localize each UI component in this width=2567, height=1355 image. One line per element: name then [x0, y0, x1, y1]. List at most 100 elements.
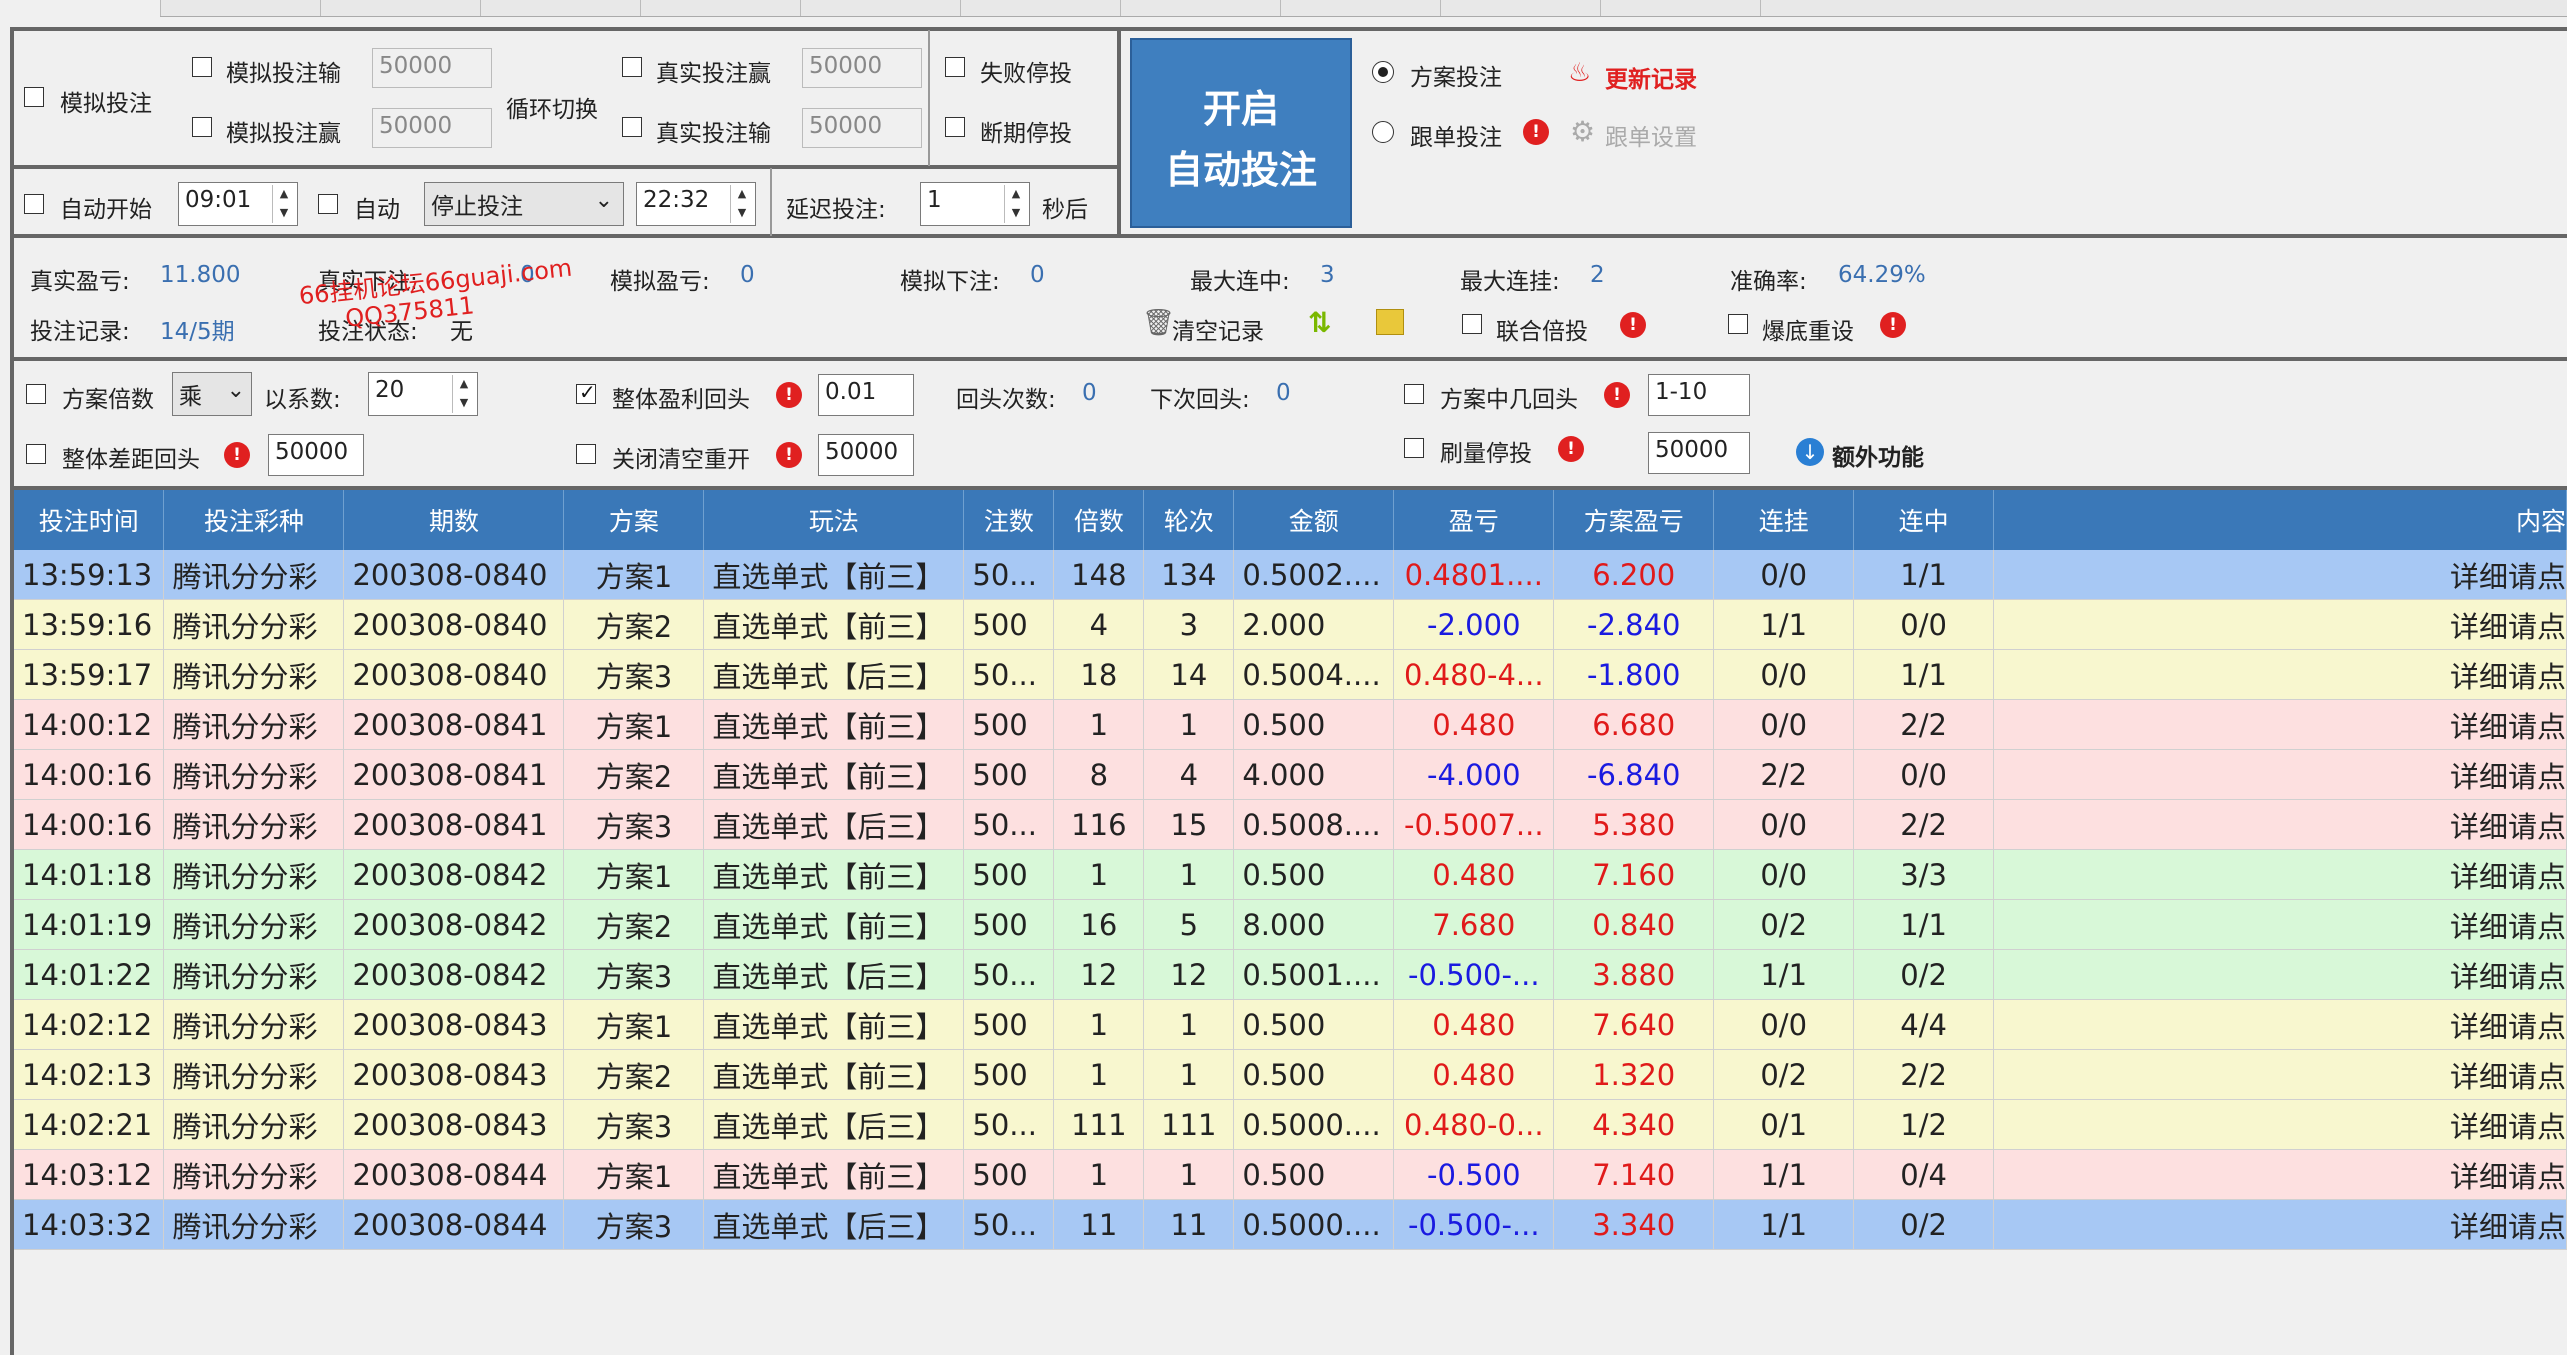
- table-row[interactable]: 14:03:12 腾讯分分彩 200308-0844 方案1 直选单式【前三】 500 1 1…: [14, 1149, 2567, 1200]
- table-cell[interactable]: 详细请点: [1993, 949, 2567, 1000]
- table-row[interactable]: 13:59:17 腾讯分分彩 200308-0840 方案3 直选单式【后三】 50...…: [14, 649, 2567, 700]
- start-auto-bet-button[interactable]: 开启 自动投注: [1130, 38, 1352, 228]
- col-header-amount[interactable]: 金额: [1233, 490, 1395, 550]
- arrow-down-circle-icon[interactable]: ↓: [1796, 438, 1824, 466]
- save-icon[interactable]: [1376, 309, 1404, 335]
- total-gap-back-checkbox[interactable]: [26, 444, 46, 464]
- sim-win-input[interactable]: 50000: [372, 108, 492, 148]
- auto-start-checkbox[interactable]: [24, 194, 44, 214]
- col-header-period[interactable]: 期数: [343, 490, 565, 550]
- close-reset-checkbox[interactable]: [576, 444, 596, 464]
- close-reset-warning-icon[interactable]: !: [776, 442, 802, 468]
- fail-stop-checkbox[interactable]: [945, 57, 965, 77]
- table-row[interactable]: 13:59:16 腾讯分分彩 200308-0840 方案2 直选单式【前三】 500 4 3…: [14, 599, 2567, 650]
- plan-mult-label: 方案倍数: [62, 387, 154, 413]
- col-header-content[interactable]: 内容: [1993, 490, 2567, 550]
- table-row[interactable]: 14:03:32 腾讯分分彩 200308-0844 方案3 直选单式【后三】 50...…: [14, 1199, 2567, 1250]
- auto-start-time[interactable]: 09:01 ▲ ▼: [178, 182, 298, 226]
- tab-strip-active[interactable]: [0, 0, 160, 17]
- table-row[interactable]: 14:02:13 腾讯分分彩 200308-0843 方案2 直选单式【前三】 500 1 1…: [14, 1049, 2567, 1100]
- real-loss-checkbox[interactable]: [622, 117, 642, 137]
- volume-stop-checkbox[interactable]: [1404, 438, 1424, 458]
- table-cell[interactable]: 详细请点: [1993, 749, 2567, 800]
- table-row[interactable]: 14:01:22 腾讯分分彩 200308-0842 方案3 直选单式【后三】 50...…: [14, 949, 2567, 1000]
- table-cell: 0.480: [1393, 999, 1555, 1050]
- table-row[interactable]: 14:00:16 腾讯分分彩 200308-0841 方案3 直选单式【后三】 50...…: [14, 799, 2567, 850]
- spinner-arrows[interactable]: ▲ ▼: [272, 185, 295, 223]
- sim-win-checkbox[interactable]: [192, 117, 212, 137]
- table-cell[interactable]: 详细请点: [1993, 550, 2567, 600]
- volume-stop-input[interactable]: 50000: [1648, 432, 1750, 474]
- sim-loss-input[interactable]: 50000: [372, 48, 492, 88]
- table-row[interactable]: 14:00:12 腾讯分分彩 200308-0841 方案1 直选单式【前三】 500 1 1…: [14, 699, 2567, 750]
- table-cell[interactable]: 详细请点: [1993, 999, 2567, 1050]
- spinner-arrows[interactable]: ▲ ▼: [1004, 185, 1027, 223]
- table-cell[interactable]: 详细请点: [1993, 849, 2567, 900]
- sort-arrows-icon[interactable]: ⇅: [1308, 306, 1331, 339]
- table-row[interactable]: 14:01:18 腾讯分分彩 200308-0842 方案1 直选单式【前三】 500 1 1…: [14, 849, 2567, 900]
- coef-input[interactable]: 20 ▲ ▼: [368, 372, 478, 416]
- col-header-win-streak[interactable]: 连中: [1853, 490, 1995, 550]
- trash-icon[interactable]: 🗑: [1142, 308, 1175, 338]
- stop-time[interactable]: 22:32 ▲ ▼: [636, 182, 756, 226]
- spinner-arrows[interactable]: ▲ ▼: [730, 185, 753, 223]
- sim-loss-checkbox[interactable]: [192, 57, 212, 77]
- close-reset-input[interactable]: 50000: [818, 434, 914, 476]
- total-gap-warning-icon[interactable]: !: [224, 442, 250, 468]
- break-stop-checkbox[interactable]: [945, 117, 965, 137]
- table-cell[interactable]: 详细请点: [1993, 599, 2567, 650]
- sim-bet-checkbox[interactable]: [24, 87, 44, 107]
- bust-reset-checkbox[interactable]: [1728, 314, 1748, 334]
- total-profit-input[interactable]: 0.01: [818, 374, 914, 416]
- col-header-plan-pl[interactable]: 方案盈亏: [1553, 490, 1715, 550]
- volume-stop-warning-icon[interactable]: !: [1558, 436, 1584, 462]
- table-row[interactable]: 14:02:21 腾讯分分彩 200308-0843 方案3 直选单式【后三】 50...…: [14, 1099, 2567, 1150]
- table-row[interactable]: 14:00:16 腾讯分分彩 200308-0841 方案2 直选单式【前三】 500 8 4…: [14, 749, 2567, 800]
- col-header-count[interactable]: 注数: [963, 490, 1055, 550]
- plan-hit-input[interactable]: 1-10: [1648, 374, 1750, 416]
- col-header-lottery[interactable]: 投注彩种: [163, 490, 345, 550]
- col-header-play[interactable]: 玩法: [703, 490, 965, 550]
- follow-bet-warning-icon[interactable]: !: [1523, 119, 1549, 145]
- table-cell[interactable]: 详细请点: [1993, 899, 2567, 950]
- bust-reset-warning-icon[interactable]: !: [1880, 312, 1906, 338]
- table-cell[interactable]: 详细请点: [1993, 1049, 2567, 1100]
- real-win-checkbox[interactable]: [622, 57, 642, 77]
- col-header-round[interactable]: 轮次: [1143, 490, 1235, 550]
- mult-op-select[interactable]: 乘 ⌄: [172, 372, 252, 416]
- joint-double-warning-icon[interactable]: !: [1620, 312, 1646, 338]
- delay-input[interactable]: 1 ▲ ▼: [920, 182, 1030, 226]
- table-cell[interactable]: 详细请点: [1993, 1099, 2567, 1150]
- joint-double-checkbox[interactable]: [1462, 314, 1482, 334]
- plan-bet-radio[interactable]: [1372, 61, 1394, 83]
- total-profit-warning-icon[interactable]: !: [776, 382, 802, 408]
- table-cell[interactable]: 详细请点: [1993, 1149, 2567, 1200]
- col-header-time[interactable]: 投注时间: [14, 490, 165, 550]
- table-row[interactable]: 14:01:19 腾讯分分彩 200308-0842 方案2 直选单式【前三】 500 16…: [14, 899, 2567, 950]
- real-win-input[interactable]: 50000: [802, 48, 922, 88]
- stop-bet-select[interactable]: 停止投注 ⌄: [424, 182, 624, 226]
- follow-settings-link[interactable]: 跟单设置: [1605, 118, 1697, 152]
- col-header-mult[interactable]: 倍数: [1053, 490, 1145, 550]
- plan-mult-checkbox[interactable]: [26, 384, 46, 404]
- update-log-link[interactable]: 更新记录: [1605, 60, 1697, 94]
- col-header-plan[interactable]: 方案: [563, 490, 705, 550]
- plan-hit-back-checkbox[interactable]: [1404, 384, 1424, 404]
- spinner-arrows[interactable]: ▲ ▼: [452, 375, 475, 413]
- table-cell[interactable]: 详细请点: [1993, 649, 2567, 700]
- extra-functions-link[interactable]: 额外功能: [1832, 438, 1924, 472]
- table-cell[interactable]: 详细请点: [1993, 699, 2567, 750]
- plan-hit-warning-icon[interactable]: !: [1604, 382, 1630, 408]
- table-row[interactable]: 14:02:12 腾讯分分彩 200308-0843 方案1 直选单式【前三】 500 1 1…: [14, 999, 2567, 1050]
- col-header-pl[interactable]: 盈亏: [1393, 490, 1555, 550]
- follow-bet-radio[interactable]: [1372, 121, 1394, 143]
- clear-records-button[interactable]: 清空记录: [1172, 312, 1264, 346]
- table-cell[interactable]: 详细请点: [1993, 799, 2567, 850]
- auto-checkbox[interactable]: [318, 194, 338, 214]
- total-profit-back-checkbox[interactable]: [576, 384, 596, 404]
- real-loss-input[interactable]: 50000: [802, 108, 922, 148]
- table-cell[interactable]: 详细请点: [1993, 1199, 2567, 1250]
- col-header-loss-streak[interactable]: 连挂: [1713, 490, 1855, 550]
- total-gap-input[interactable]: 50000: [268, 434, 364, 476]
- table-row[interactable]: 13:59:13 腾讯分分彩 200308-0840 方案1 直选单式【前三】 50...…: [14, 550, 2567, 600]
